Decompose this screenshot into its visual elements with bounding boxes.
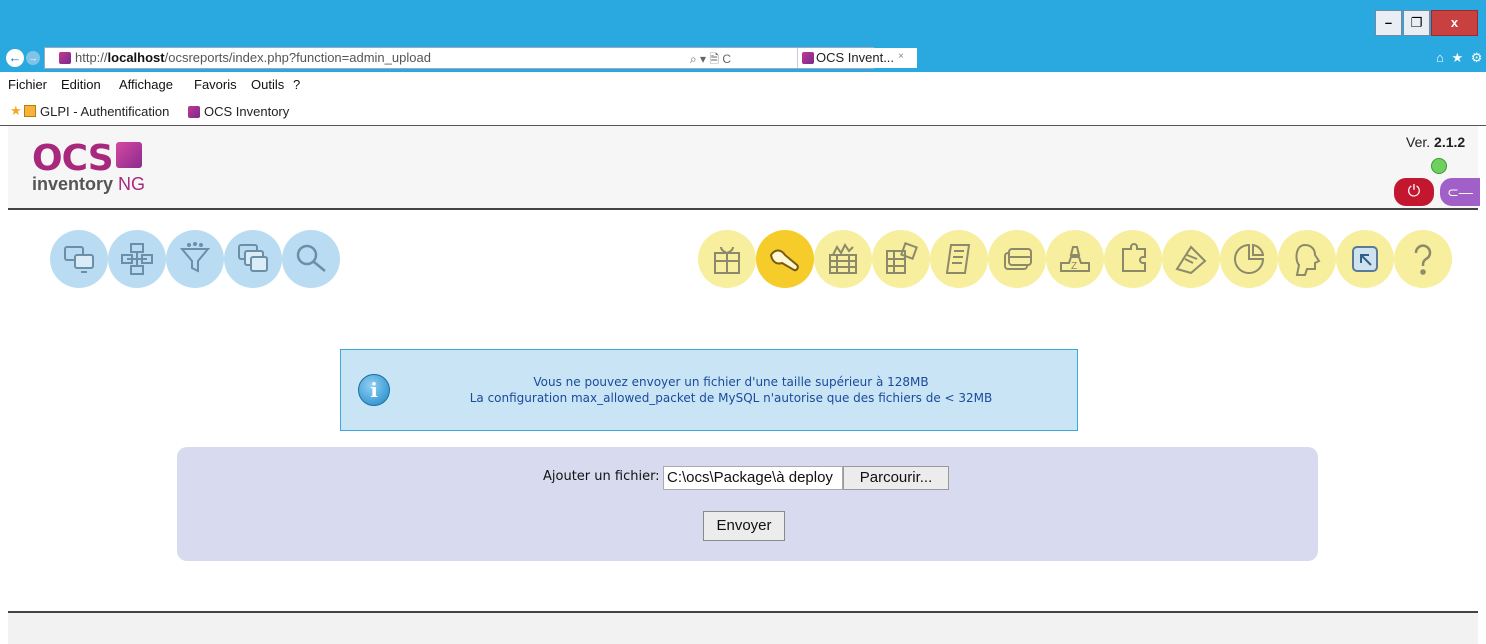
favorite-ocs[interactable]: OCS Inventory	[204, 104, 289, 119]
logo-ocs-text: OCS	[32, 138, 114, 179]
admin-data-icon[interactable]: Z	[1046, 230, 1104, 288]
tab-title: OCS Invent...	[816, 50, 895, 65]
logout-button[interactable]: ⏻	[1394, 178, 1434, 206]
info-message-box: i Vous ne pouvez envoyer un fichier d'un…	[340, 349, 1078, 431]
search-icon[interactable]	[282, 230, 340, 288]
page-footer	[8, 611, 1478, 644]
address-bar[interactable]: http://localhost/ocsreports/index.php?fu…	[44, 47, 917, 71]
statistics-icon[interactable]	[1220, 230, 1278, 288]
ocs-favicon-icon	[188, 106, 200, 118]
groups-icon[interactable]	[108, 230, 166, 288]
menu-favoris[interactable]: Favoris	[194, 77, 237, 92]
password-key-button[interactable]: ⊂—	[1440, 178, 1480, 206]
reset-icon[interactable]	[1336, 230, 1394, 288]
favorites-star-icon[interactable]: ★	[10, 103, 22, 119]
help-icon[interactable]	[1394, 230, 1452, 288]
favorite-glpi[interactable]: GLPI - Authentification	[40, 104, 169, 119]
tab-favicon-icon	[802, 52, 814, 64]
ocs-header: OCS inventory NG Ver. 2.1.2 ⏻ ⊂—	[8, 126, 1480, 210]
file-upload-label: Ajouter un fichier:	[543, 469, 660, 484]
version-label: Ver. 2.1.2	[1406, 134, 1466, 150]
menu-bar: Fichier Edition Affichage Favoris Outils…	[0, 72, 1486, 98]
menu-fichier[interactable]: Fichier	[8, 77, 47, 92]
logo-inventory-text: inventory NG	[32, 174, 146, 194]
menu-affichage[interactable]: Affichage	[119, 77, 173, 92]
submit-button[interactable]: Envoyer	[703, 511, 785, 541]
info-line-mysql-limit: La configuration max_allowed_packet de M…	[469, 391, 993, 405]
back-icon[interactable]: ←	[6, 49, 24, 67]
browser-navbar: ← → http://localhost/ocsreports/index.ph…	[0, 42, 1486, 72]
favorites-bar: ★ GLPI - Authentification OCS Inventory	[0, 98, 1486, 126]
plugins-icon[interactable]	[1104, 230, 1162, 288]
package-icon[interactable]	[698, 230, 756, 288]
file-path-field[interactable]: C:\ocs\Package\à deploy	[663, 466, 843, 490]
dictionary-icon[interactable]	[930, 230, 988, 288]
status-indicator-icon	[1431, 158, 1447, 174]
menu-edition[interactable]: Edition	[61, 77, 101, 92]
forward-icon[interactable]: →	[26, 51, 40, 65]
info-line-size-limit: Vous ne pouvez envoyer un fichier d'une …	[533, 375, 929, 389]
menu-help[interactable]: ?	[293, 77, 300, 92]
url-text[interactable]: http://localhost/ocsreports/index.php?fu…	[75, 50, 431, 65]
site-favicon-icon	[59, 52, 71, 64]
software-icon[interactable]	[872, 230, 930, 288]
filter-icon[interactable]	[166, 230, 224, 288]
home-favorites-settings-icons[interactable]: ⌂ ★ ⚙	[1436, 50, 1484, 66]
address-tools-icon[interactable]: ⌕ ▾ 🗎 C	[690, 50, 731, 71]
glpi-favicon-icon	[24, 105, 36, 117]
computers-icon[interactable]	[50, 230, 108, 288]
window-titlebar: – ❐ x	[0, 0, 1486, 42]
svg-text:Z: Z	[1071, 261, 1077, 272]
logo-box-icon	[116, 142, 142, 168]
maximize-button[interactable]: ❐	[1403, 10, 1430, 36]
security-icon[interactable]	[814, 230, 872, 288]
file-input[interactable]: C:\ocs\Package\à deploy Parcourir...	[663, 466, 1023, 490]
upload-form-panel: Ajouter un fichier: C:\ocs\Package\à dep…	[177, 447, 1318, 561]
config-icon[interactable]	[1162, 230, 1220, 288]
ocs-logo[interactable]: OCS inventory NG	[32, 138, 162, 194]
users-icon[interactable]	[1278, 230, 1336, 288]
multiple-windows-icon[interactable]	[224, 230, 282, 288]
browse-button[interactable]: Parcourir...	[843, 466, 949, 490]
minimize-button[interactable]: –	[1375, 10, 1402, 36]
tab-ocs-inventory[interactable]: OCS Invent... ×	[797, 48, 917, 68]
close-button[interactable]: x	[1431, 10, 1478, 36]
menu-outils[interactable]: Outils	[251, 77, 284, 92]
deployment-icon[interactable]	[756, 230, 814, 288]
registry-icon[interactable]	[988, 230, 1046, 288]
tab-close-icon[interactable]: ×	[898, 51, 904, 62]
info-icon: i	[358, 374, 390, 406]
